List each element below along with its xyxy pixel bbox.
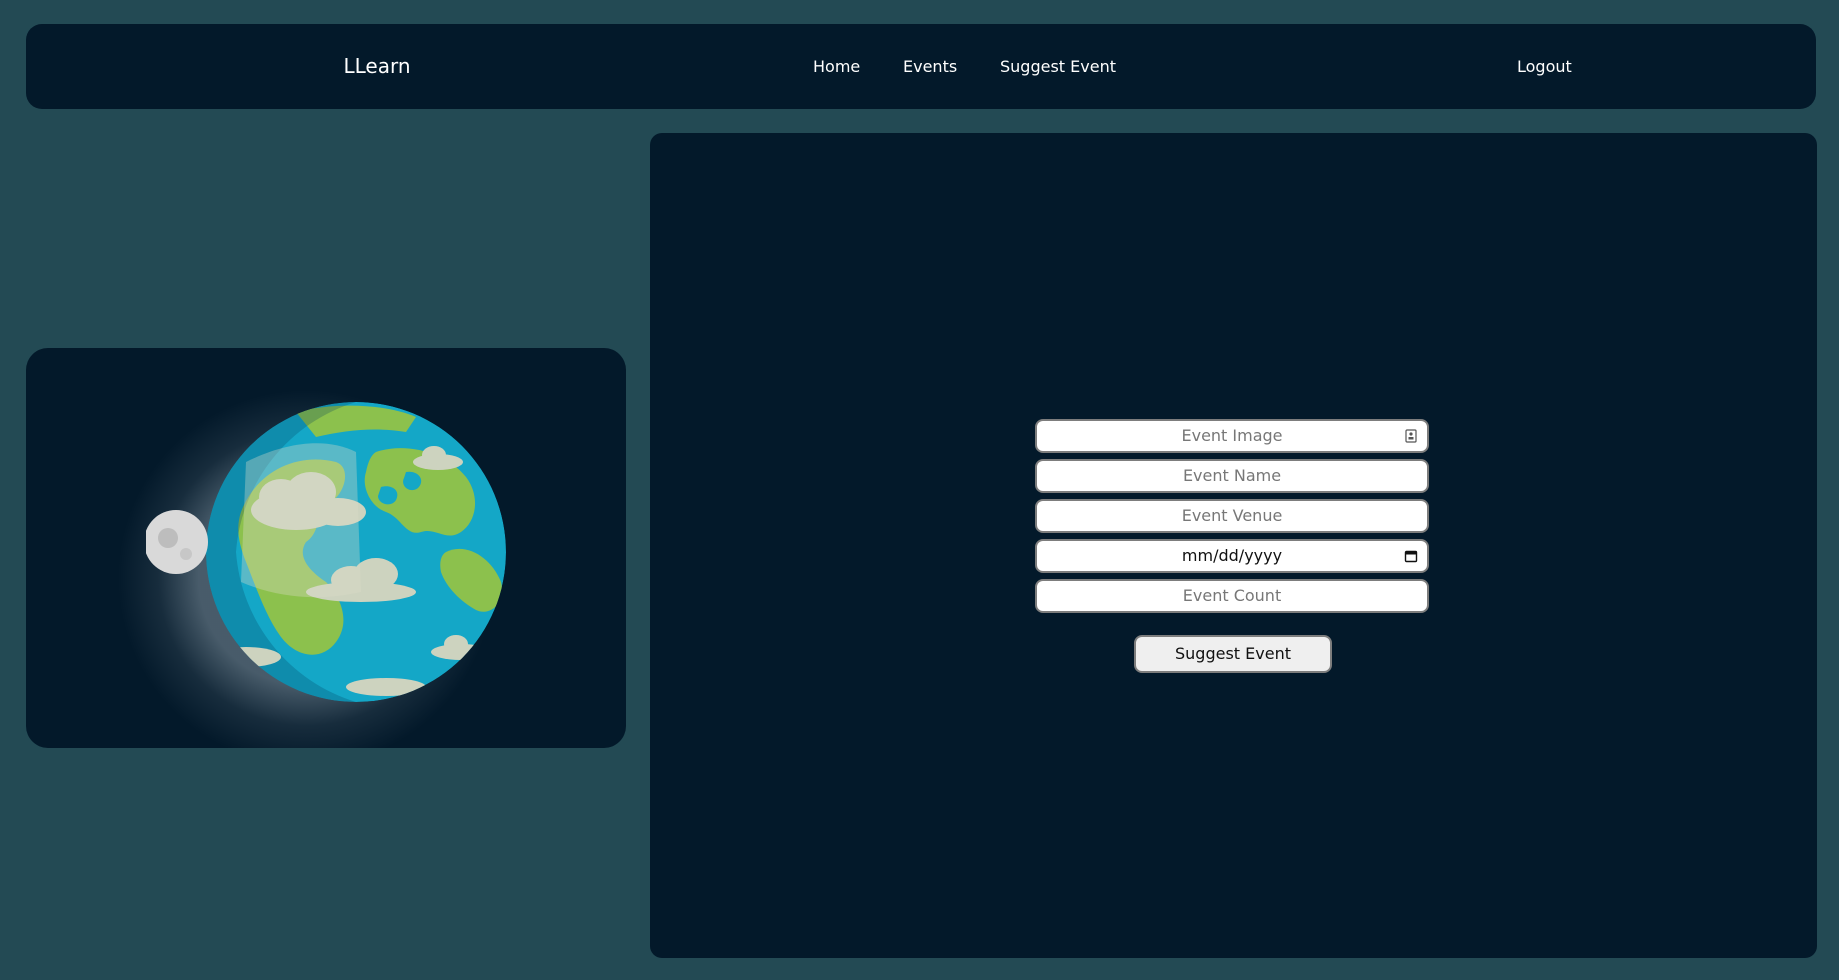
nav-link-home[interactable]: Home bbox=[813, 24, 860, 109]
earth-illustration bbox=[146, 402, 506, 702]
event-count-placeholder: Event Count bbox=[1182, 586, 1282, 605]
brand-logo[interactable]: LLearn bbox=[322, 24, 432, 109]
event-venue-placeholder: Event Venue bbox=[1181, 506, 1283, 525]
event-image-placeholder: Event Image bbox=[1181, 426, 1283, 445]
file-upload-icon[interactable] bbox=[1404, 429, 1418, 443]
suggest-event-panel: Event Image Event Name Event Venue mm/dd… bbox=[650, 133, 1817, 958]
nav-link-events[interactable]: Events bbox=[903, 24, 957, 109]
moon-icon bbox=[146, 510, 208, 574]
event-image-input[interactable]: Event Image bbox=[1035, 419, 1429, 453]
suggest-event-button[interactable]: Suggest Event bbox=[1134, 635, 1332, 673]
top-navbar: LLearn Home Events Suggest Event Logout bbox=[26, 24, 1816, 109]
globe bbox=[206, 402, 506, 702]
earth-illustration-card bbox=[26, 348, 626, 748]
event-name-placeholder: Event Name bbox=[1182, 466, 1282, 485]
event-count-input[interactable]: Event Count bbox=[1035, 579, 1429, 613]
nav-link-suggest-event[interactable]: Suggest Event bbox=[1000, 24, 1116, 109]
event-venue-input[interactable]: Event Venue bbox=[1035, 499, 1429, 533]
event-date-placeholder: mm/dd/yyyy bbox=[1181, 546, 1283, 565]
event-name-input[interactable]: Event Name bbox=[1035, 459, 1429, 493]
logout-link[interactable]: Logout bbox=[1517, 24, 1572, 109]
event-date-input[interactable]: mm/dd/yyyy bbox=[1035, 539, 1429, 573]
calendar-icon[interactable] bbox=[1404, 549, 1418, 563]
